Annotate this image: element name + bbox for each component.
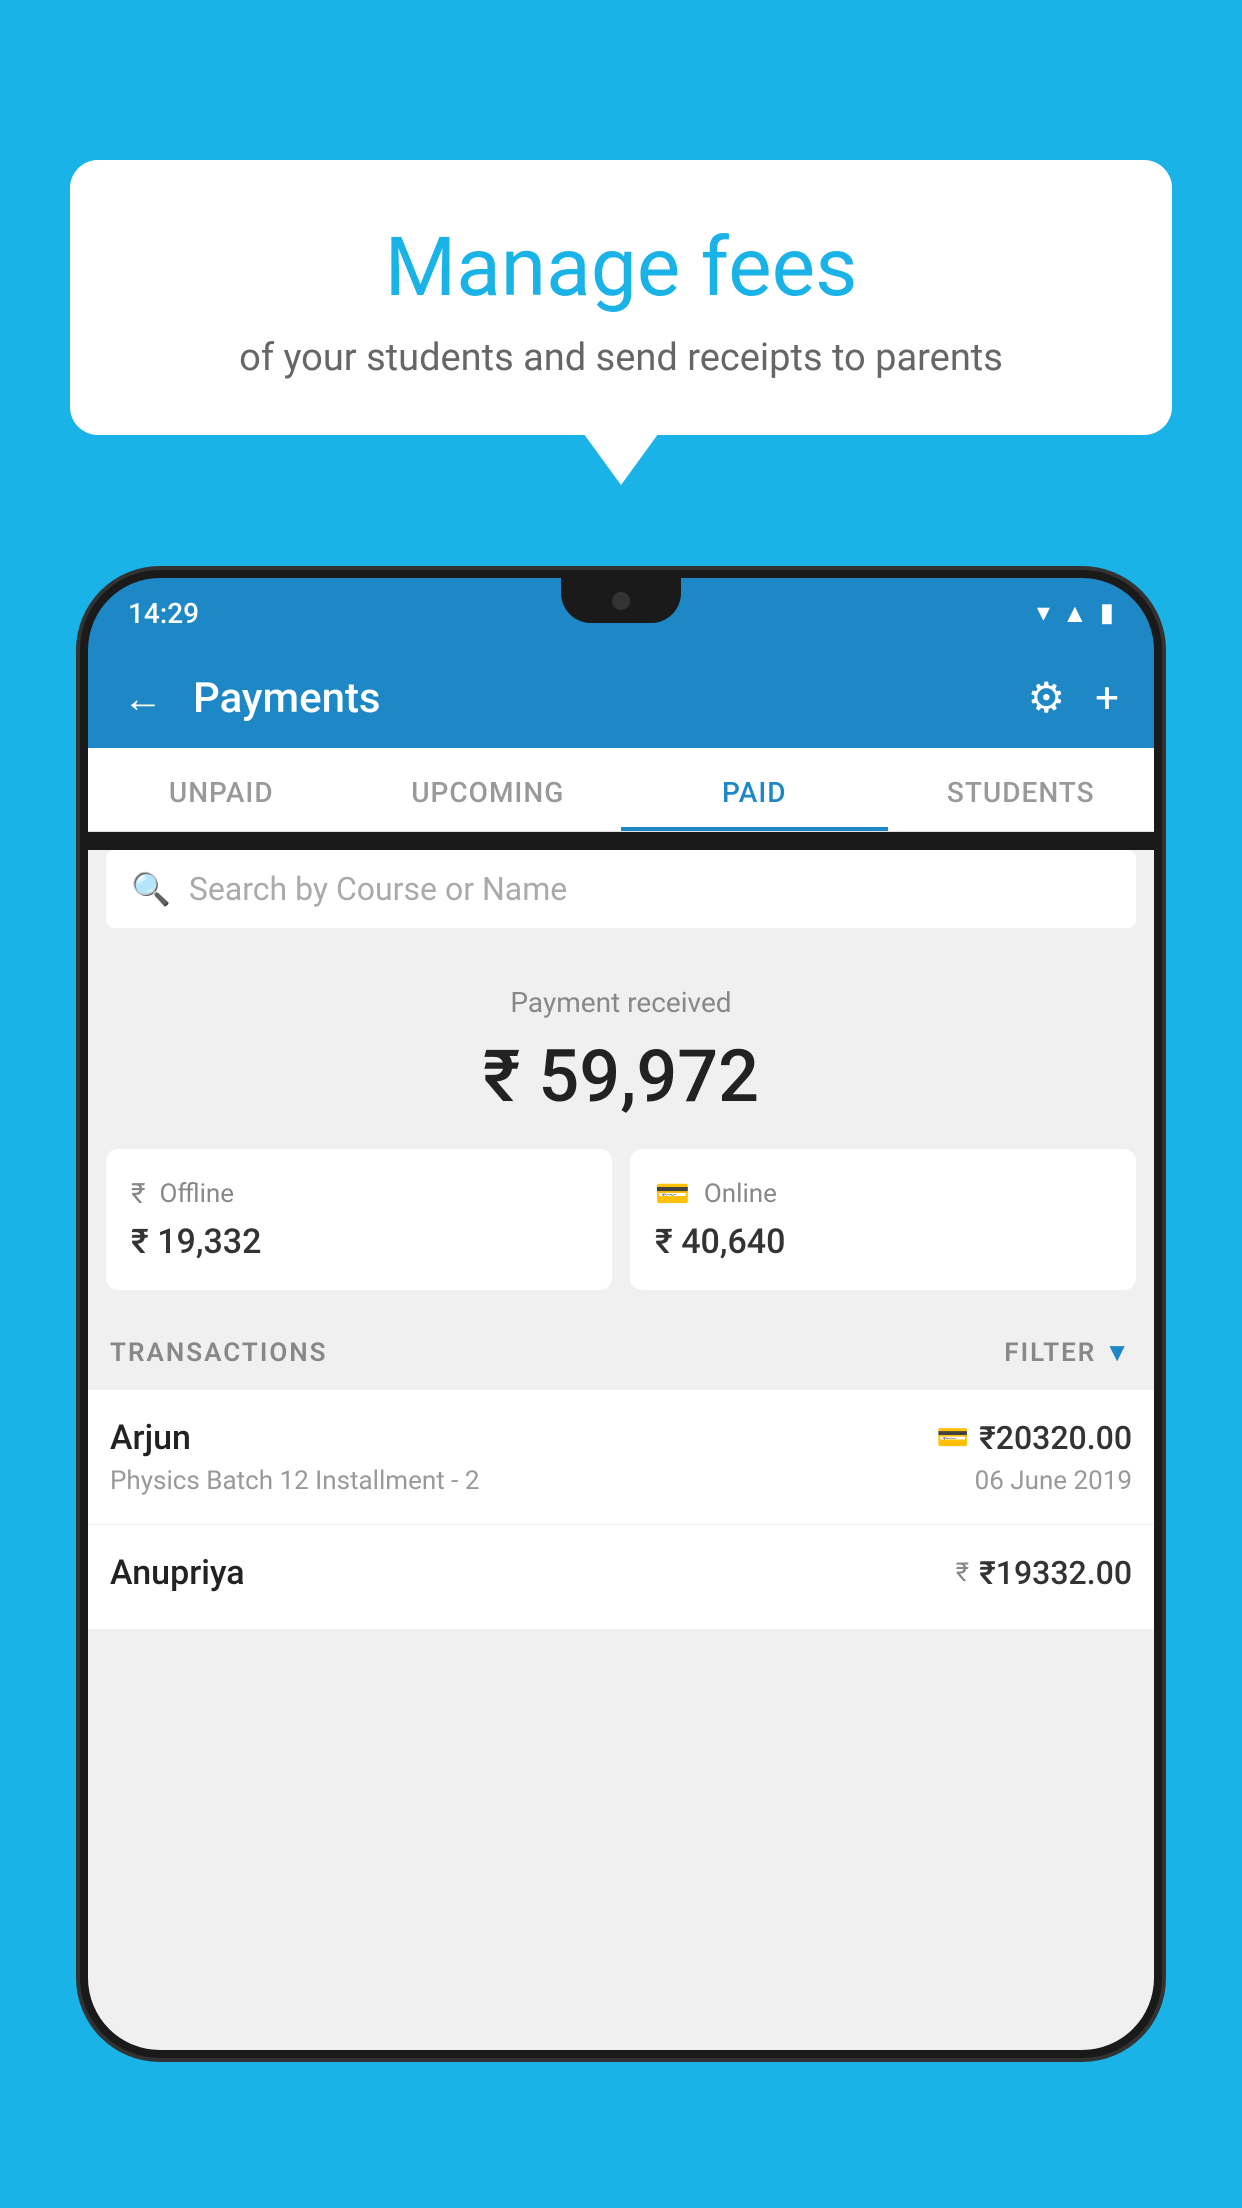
- status-bar: 14:29 ▾ ▲ ▮: [88, 578, 1154, 648]
- add-icon[interactable]: +: [1095, 674, 1119, 723]
- transaction-date-1: 06 June 2019: [975, 1466, 1132, 1496]
- transaction-course-1: Physics Batch 12 Installment - 2: [110, 1466, 479, 1496]
- payment-total-amount: ₹ 59,972: [88, 1034, 1154, 1119]
- filter-label: FILTER: [1004, 1338, 1096, 1368]
- status-time: 14:29: [128, 597, 199, 630]
- transaction-bottom-row1: Physics Batch 12 Installment - 2 06 June…: [110, 1466, 1132, 1496]
- transaction-top-row2: Anupriya ₹ ₹19332.00: [110, 1553, 1132, 1593]
- search-bar[interactable]: 🔍 Search by Course or Name: [106, 850, 1136, 928]
- offline-card-header: ₹ Offline: [131, 1177, 587, 1210]
- transactions-label: TRANSACTIONS: [110, 1338, 328, 1368]
- table-row[interactable]: Arjun 💳 ₹20320.00 Physics Batch 12 Insta…: [88, 1390, 1154, 1525]
- tabs-bar: UNPAID UPCOMING PAID STUDENTS: [88, 748, 1154, 832]
- online-icon: 💳: [655, 1177, 690, 1210]
- phone-wrapper: 14:29 ▾ ▲ ▮ ← Payments ⚙ + UNPAID: [80, 570, 1162, 2208]
- bubble-subtitle: of your students and send receipts to pa…: [120, 336, 1122, 380]
- table-row[interactable]: Anupriya ₹ ₹19332.00: [88, 1525, 1154, 1630]
- power-button: [1158, 778, 1162, 898]
- transactions-header: TRANSACTIONS FILTER ▼: [88, 1315, 1154, 1390]
- offline-amount: ₹ 19,332: [131, 1222, 587, 1262]
- online-card-header: 💳 Online: [655, 1177, 1111, 1210]
- tab-students[interactable]: STUDENTS: [888, 748, 1155, 831]
- transaction-top-row1: Arjun 💳 ₹20320.00: [110, 1418, 1132, 1458]
- tab-paid[interactable]: PAID: [621, 748, 888, 831]
- phone-content: 🔍 Search by Course or Name Payment recei…: [88, 850, 1154, 2050]
- payment-cards: ₹ Offline ₹ 19,332 💳 Online ₹ 40,640: [88, 1149, 1154, 1315]
- notch: [561, 578, 681, 623]
- offline-icon: ₹: [131, 1177, 145, 1210]
- transaction-name-1: Arjun: [110, 1418, 191, 1458]
- header-title: Payments: [193, 674, 998, 723]
- phone: 14:29 ▾ ▲ ▮ ← Payments ⚙ + UNPAID: [80, 570, 1162, 2058]
- speech-bubble: Manage fees of your students and send re…: [70, 160, 1172, 435]
- search-icon: 🔍: [131, 870, 171, 908]
- payment-summary: Payment received ₹ 59,972: [88, 946, 1154, 1149]
- transaction-card-icon-1: 💳: [937, 1423, 969, 1453]
- transaction-amount-1: ₹20320.00: [979, 1419, 1132, 1457]
- tab-upcoming[interactable]: UPCOMING: [355, 748, 622, 831]
- transaction-cash-icon-2: ₹: [956, 1558, 969, 1588]
- signal-icon: ▲: [1062, 598, 1088, 629]
- offline-card: ₹ Offline ₹ 19,332: [106, 1149, 612, 1290]
- transaction-amount-wrap-2: ₹ ₹19332.00: [956, 1554, 1132, 1592]
- transaction-amount-2: ₹19332.00: [979, 1554, 1132, 1592]
- status-icons: ▾ ▲ ▮: [1037, 598, 1114, 629]
- payment-received-label: Payment received: [88, 986, 1154, 1019]
- app-header: ← Payments ⚙ +: [88, 648, 1154, 748]
- filter-icon: ▼: [1104, 1337, 1132, 1368]
- battery-icon: ▮: [1100, 598, 1114, 628]
- wifi-icon: ▾: [1037, 598, 1050, 628]
- bubble-title: Manage fees: [120, 220, 1122, 316]
- online-amount: ₹ 40,640: [655, 1222, 1111, 1262]
- filter-button[interactable]: FILTER ▼: [1004, 1337, 1132, 1368]
- back-button[interactable]: ←: [123, 675, 163, 722]
- settings-icon[interactable]: ⚙: [1028, 673, 1066, 723]
- online-label: Online: [704, 1179, 777, 1209]
- transaction-amount-wrap-1: 💳 ₹20320.00: [937, 1419, 1132, 1457]
- online-card: 💳 Online ₹ 40,640: [630, 1149, 1136, 1290]
- offline-label: Offline: [159, 1179, 234, 1209]
- camera-dot: [612, 592, 630, 610]
- volume-button: [80, 828, 84, 908]
- header-icons: ⚙ +: [1028, 673, 1120, 723]
- tab-unpaid[interactable]: UNPAID: [88, 748, 355, 831]
- search-placeholder: Search by Course or Name: [189, 870, 567, 908]
- transaction-name-2: Anupriya: [110, 1553, 245, 1593]
